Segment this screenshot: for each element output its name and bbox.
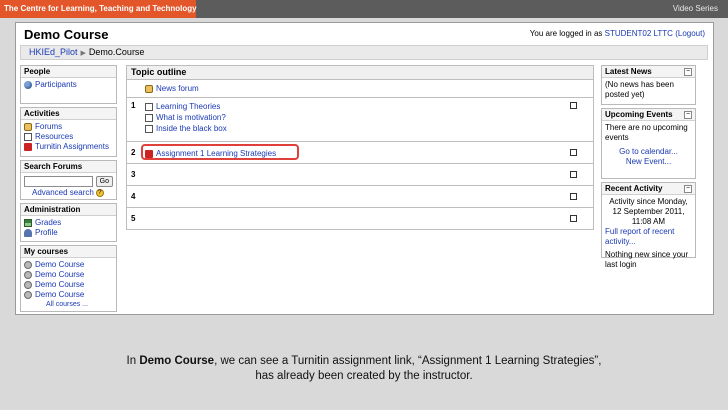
profile-link[interactable]: Profile (24, 228, 113, 238)
logout-link[interactable]: (Logout) (675, 29, 705, 38)
section-highlight-checkbox[interactable] (570, 149, 577, 156)
course-icon (24, 261, 32, 269)
section-number: 3 (131, 170, 136, 179)
section-number: 1 (131, 101, 136, 110)
people-block: People Participants (20, 65, 117, 104)
administration-block: Administration Grades Profile (20, 203, 117, 242)
latest-news-text: (No news has been posted yet) (605, 80, 674, 99)
news-forum-link[interactable]: News forum (145, 83, 199, 94)
section-number: 2 (131, 148, 136, 157)
resource-icon (24, 133, 32, 141)
forum-icon (24, 123, 32, 131)
new-event-link[interactable]: New Event... (626, 157, 671, 166)
activity-since-text: Activity since Monday, 12 September 2011… (609, 197, 688, 226)
topic-outline: Topic outline News forum 1 Learning Theo… (126, 65, 594, 270)
slide-top-bar: The Centre for Learning, Teaching and Te… (0, 0, 728, 18)
resource-link[interactable]: What is motivation? (145, 112, 227, 123)
section-1: 1 Learning Theories What is motivation? … (126, 98, 594, 142)
go-button[interactable]: Go (95, 176, 113, 187)
section-highlight-checkbox[interactable] (570, 171, 577, 178)
turnitin-assignments-link[interactable]: Turnitin Assignments (24, 142, 113, 152)
resource-link[interactable]: Learning Theories (145, 101, 227, 112)
section-number: 4 (131, 192, 136, 201)
breadcrumb-site[interactable]: HKIEd_Pilot (29, 47, 78, 57)
collapse-icon[interactable]: − (684, 68, 692, 76)
breadcrumb-course: Demo.Course (88, 47, 145, 57)
resource-icon (145, 124, 153, 133)
user-link[interactable]: STUDENT02 LTTC (605, 29, 673, 38)
full-report-link[interactable]: Full report of recent activity... (605, 227, 674, 246)
course-link[interactable]: Demo Course (24, 290, 113, 300)
courses-block-title: My courses (21, 246, 116, 258)
my-courses-block: My courses Demo Course Demo Course Demo … (20, 245, 117, 312)
resource-icon (145, 113, 153, 122)
course-icon (24, 271, 32, 279)
org-label: The Centre for Learning, Teaching and Te… (0, 0, 197, 18)
breadcrumb-separator-icon: ▶ (80, 50, 86, 57)
activities-block-title: Activities (21, 108, 116, 120)
section-5: 5 (126, 208, 594, 230)
turnitin-icon (24, 143, 32, 151)
course-link[interactable]: Demo Course (24, 270, 113, 280)
forum-icon (145, 84, 153, 93)
section-0: News forum (126, 80, 594, 98)
help-icon[interactable]: ? (95, 189, 104, 197)
upcoming-events-title: Upcoming Events − (602, 109, 695, 121)
moodle-course-page: Demo Course You are logged in as STUDENT… (15, 22, 714, 315)
grades-link[interactable]: Grades (24, 218, 113, 228)
collapse-icon[interactable]: − (684, 185, 692, 193)
assignment-link[interactable]: Assignment 1 Learning Strategies (145, 148, 276, 159)
upcoming-events-block: Upcoming Events − There are no upcoming e… (601, 108, 696, 179)
login-info: You are logged in as STUDENT02 LTTC (Log… (529, 29, 705, 38)
search-forums-block: Search Forums Go Advanced search? (20, 160, 117, 200)
latest-news-block: Latest News − (No news has been posted ye… (601, 65, 696, 105)
recent-activity-title: Recent Activity − (602, 183, 695, 195)
resource-icon (145, 102, 153, 111)
section-3: 3 (126, 164, 594, 186)
section-number: 5 (131, 214, 136, 223)
section-highlight-checkbox[interactable] (570, 193, 577, 200)
topic-outline-title: Topic outline (126, 65, 594, 80)
page-title: Demo Course (24, 27, 109, 42)
upcoming-events-text: There are no upcoming events (605, 123, 688, 142)
section-highlight-checkbox[interactable] (570, 102, 577, 109)
course-link[interactable]: Demo Course (24, 260, 113, 270)
profile-icon (24, 229, 32, 237)
grades-icon (24, 219, 32, 227)
activities-block: Activities Forums Resources Turnitin Ass… (20, 107, 117, 157)
section-2: 2 Assignment 1 Learning Strategies (126, 142, 594, 164)
all-courses-link[interactable]: All courses ... (46, 300, 88, 310)
search-input[interactable] (24, 176, 93, 187)
section-4: 4 (126, 186, 594, 208)
go-to-calendar-link[interactable]: Go to calendar... (619, 147, 678, 156)
course-link[interactable]: Demo Course (24, 280, 113, 290)
people-block-title: People (21, 66, 116, 78)
caption-course-name: Demo Course (139, 355, 215, 367)
advanced-search-link[interactable]: Advanced search (32, 188, 94, 198)
nothing-new-text: Nothing new since your last login (605, 250, 689, 269)
course-icon (24, 291, 32, 299)
people-icon (24, 81, 32, 89)
section-highlight-checkbox[interactable] (570, 215, 577, 222)
recent-activity-block: Recent Activity − Activity since Monday, … (601, 182, 696, 269)
collapse-icon[interactable]: − (684, 111, 692, 119)
forums-link[interactable]: Forums (24, 122, 113, 132)
slide-caption: In Demo Course, we can see a Turnitin as… (126, 355, 602, 382)
latest-news-title: Latest News − (602, 66, 695, 78)
admin-block-title: Administration (21, 204, 116, 216)
resource-link[interactable]: Inside the black box (145, 123, 227, 134)
breadcrumb: HKIEd_Pilot ▶ Demo.Course (20, 45, 708, 60)
participants-link[interactable]: Participants (24, 80, 113, 90)
resources-link[interactable]: Resources (24, 132, 113, 142)
turnitin-icon (145, 149, 153, 158)
course-icon (24, 281, 32, 289)
series-label: Video Series (672, 4, 718, 13)
search-block-title: Search Forums (21, 161, 116, 173)
